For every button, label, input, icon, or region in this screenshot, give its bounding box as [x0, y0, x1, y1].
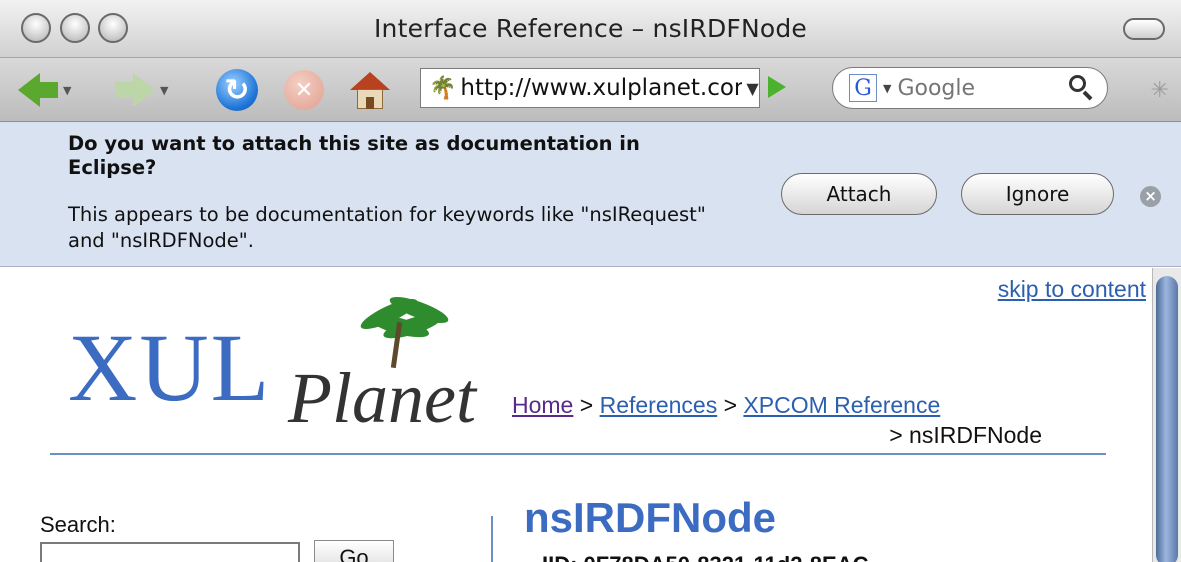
breadcrumb-current: > nsIRDFNode — [889, 422, 1042, 448]
logo-xul-text: XUL — [68, 314, 272, 421]
notification-description: This appears to be documentation for key… — [68, 203, 706, 252]
search-engine-dropdown-icon[interactable]: ▼ — [883, 82, 891, 95]
home-icon — [350, 70, 390, 110]
url-bar[interactable]: 🌴 http://www.xulplanet.com/references/xp… — [420, 68, 760, 108]
back-arrow-icon — [18, 73, 40, 107]
toolbar-toggle-button[interactable] — [1123, 18, 1165, 40]
forward-arrow-icon — [133, 73, 155, 107]
reload-icon: ↻ — [216, 69, 258, 111]
stop-button[interactable]: ✕ — [284, 70, 324, 110]
forward-arrow-tail — [115, 82, 135, 98]
go-arrow-icon[interactable] — [768, 76, 786, 98]
window-titlebar: Interface Reference – nsIRDFNode — [0, 0, 1181, 58]
url-input[interactable]: http://www.xulplanet.com/references/xpco… — [460, 75, 742, 101]
column-divider — [491, 516, 493, 562]
window-title: Interface Reference – nsIRDFNode — [373, 14, 808, 43]
interface-iid: IID: 0F78DA50-8321-11d2-8EAC- — [542, 552, 876, 562]
breadcrumb-separator: > — [573, 392, 600, 418]
forward-history-dropdown-icon[interactable]: ▼ — [160, 84, 168, 97]
forward-button[interactable]: ▼ — [115, 70, 168, 110]
attach-documentation-notification: Do you want to attach this site as docum… — [0, 122, 1181, 267]
search-label: Search: — [40, 512, 116, 537]
site-search-go-button[interactable]: Go — [314, 540, 394, 562]
xulplanet-logo[interactable]: XUL Planet — [68, 291, 476, 434]
url-history-dropdown-icon[interactable]: ▼ — [746, 79, 758, 98]
site-search-input[interactable] — [40, 542, 300, 562]
header-divider — [50, 453, 1106, 455]
logo-planet-text: Planet — [288, 358, 476, 438]
search-bar[interactable]: G ▼ — [832, 67, 1108, 109]
attach-button[interactable]: Attach — [781, 173, 937, 215]
back-arrow-tail — [38, 82, 58, 98]
breadcrumb: Home > References > XPCOM Reference > ns… — [512, 390, 1042, 450]
vertical-scrollbar[interactable] — [1152, 268, 1181, 562]
breadcrumb-references-link[interactable]: References — [600, 392, 718, 418]
home-button[interactable] — [350, 70, 390, 110]
back-history-dropdown-icon[interactable]: ▼ — [63, 84, 71, 97]
breadcrumb-home-link[interactable]: Home — [512, 392, 573, 418]
scrollbar-thumb[interactable] — [1156, 276, 1178, 562]
magnifier-icon[interactable] — [1069, 75, 1093, 101]
page-content: skip to content XUL Planet Home > Refere… — [0, 268, 1152, 562]
back-button[interactable]: ▼ — [18, 70, 71, 110]
reload-button[interactable]: ↻ — [216, 69, 258, 111]
close-notification-icon[interactable]: × — [1140, 186, 1161, 207]
breadcrumb-xpcom-link[interactable]: XPCOM Reference — [743, 392, 940, 418]
breadcrumb-separator: > — [717, 392, 744, 418]
palm-tree-icon — [338, 291, 451, 372]
notification-question: Do you want to attach this site as docum… — [68, 132, 640, 179]
stop-icon: ✕ — [284, 70, 324, 110]
navigation-toolbar: ▼ ▼ ↻ ✕ 🌴 http://www.xulplanet.com/refer… — [0, 58, 1181, 122]
google-engine-icon[interactable]: G — [849, 74, 877, 102]
search-input[interactable] — [897, 75, 1038, 101]
site-favicon-palm-icon: 🌴 — [429, 75, 457, 101]
skip-to-content-link[interactable]: skip to content — [998, 276, 1146, 303]
ignore-button[interactable]: Ignore — [961, 173, 1114, 215]
page-title: nsIRDFNode — [524, 494, 776, 541]
activity-throbber-icon: ✳ — [1150, 78, 1169, 103]
